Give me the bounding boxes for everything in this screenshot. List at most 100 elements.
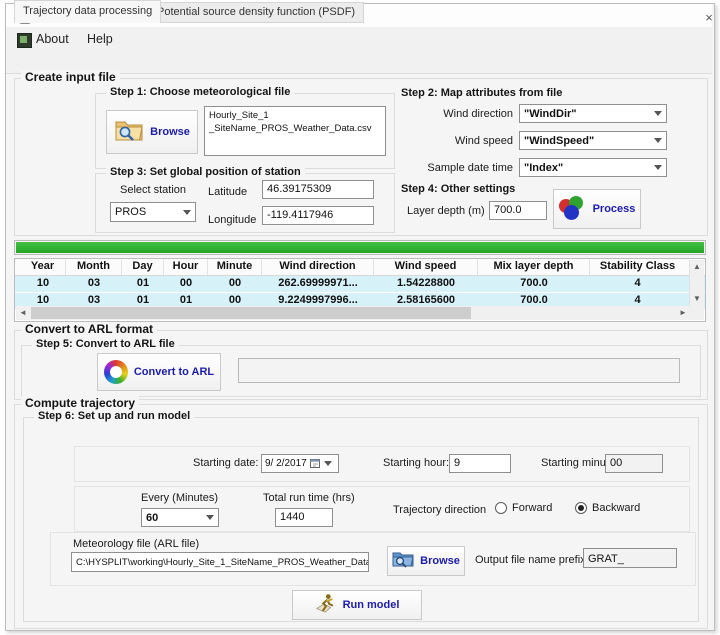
cell: 00 [208,276,262,292]
column-header-mix-layer-depth[interactable]: Mix layer depth [478,259,590,275]
cell: 00 [164,276,208,292]
starting-date-picker[interactable]: 9/ 2/2017 [261,454,339,473]
wind-direction-value: "WindDir" [524,108,577,120]
close-button[interactable]: × [700,10,718,26]
table-row[interactable]: 10 03 01 00 00 262.69999971... 1.5422880… [15,276,705,293]
layer-depth-input[interactable]: 700.0 [489,201,547,220]
browse-met-file-button[interactable]: Browse [106,110,198,154]
sample-date-time-label: Sample date time [401,162,513,174]
convert-to-arl-title: Convert to ARL format [21,322,157,336]
create-input-file-group: Create input file Step 1: Choose meteoro… [14,78,708,236]
browse-arl-file-button[interactable]: Browse [387,546,465,576]
scroll-right-icon[interactable]: ► [676,306,690,320]
column-header-minute[interactable]: Minute [208,259,262,275]
chevron-down-icon [654,165,662,170]
column-header-month[interactable]: Month [66,259,122,275]
radio-circle-icon [495,502,507,514]
wind-direction-select[interactable]: "WindDir" [519,104,667,123]
starting-date-value: 9/ 2/2017 [265,458,307,469]
total-run-time-input[interactable]: 1440 [275,508,333,527]
column-header-year[interactable]: Year [20,259,66,275]
step1-title: Step 1: Choose meteorological file [106,86,294,98]
chevron-down-icon [324,461,332,466]
wind-speed-select[interactable]: "WindSpeed" [519,131,667,150]
tab-psdf[interactable]: Potential source density function (PSDF) [148,2,364,23]
run-model-button[interactable]: Run model [292,590,422,620]
step3-groupbox: Step 3: Set global position of station S… [95,173,395,233]
scrollbar-corner [690,306,704,320]
folder-search-icon [392,550,414,573]
step2-title: Step 2: Map attributes from file [401,87,562,99]
scroll-left-icon[interactable]: ◄ [16,306,30,320]
column-header-stability-class[interactable]: Stability Class [590,259,685,275]
met-file-line2: _SiteName_PROS_Weather_Data.csv [209,122,382,135]
tab-trajectory-data-processing[interactable]: Trajectory data processing [14,0,161,23]
step6-title: Step 6: Set up and run model [34,410,194,422]
runner-icon [315,592,337,619]
cell: 03 [66,276,122,292]
met-file-path-input[interactable]: C:\HYSPLIT\working\Hourly_Site_1_SiteNam… [71,552,369,572]
met-file-name-box[interactable]: Hourly_Site_1 _SiteName_PROS_Weather_Dat… [204,106,386,156]
met-file-label: Meteorology file (ARL file) [73,538,199,550]
arl-progress-bar [238,358,680,383]
column-header-wind-speed[interactable]: Wind speed [374,259,478,275]
scroll-down-icon[interactable]: ▼ [690,292,704,306]
scroll-up-icon[interactable]: ▲ [690,260,704,274]
rgb-circles-icon [559,196,587,222]
starting-minute-input[interactable]: 00 [605,454,663,473]
convert-to-arl-button[interactable]: Convert to ARL [97,353,221,391]
step6-groupbox: Step 6: Set up and run model Starting da… [23,417,699,622]
process-button-label: Process [593,203,636,215]
column-header-hour[interactable]: Hour [164,259,208,275]
total-run-time-label: Total run time (hrs) [263,492,355,504]
met-file-line1: Hourly_Site_1 [209,109,382,122]
every-minutes-select[interactable]: 60 [141,508,219,527]
compute-trajectory-title: Compute trajectory [21,396,139,410]
calendar-icon [310,455,320,473]
wind-speed-label: Wind speed [401,135,513,147]
start-datetime-panel: Starting date: 9/ 2/2017 Starting hour: [74,446,690,482]
sample-date-time-value: "Index" [524,162,563,174]
trajectory-direction-label: Trajectory direction [393,504,486,516]
starting-date-label: Starting date: [193,457,258,469]
chevron-down-icon [183,210,191,215]
cell: 1.54228800 [374,276,478,292]
station-select[interactable]: PROS [110,202,196,222]
output-prefix-input[interactable]: GRAT_ [583,548,677,568]
layer-depth-label: Layer depth (m) [407,205,485,217]
menu-help[interactable]: Help [87,32,113,46]
chevron-down-icon [654,138,662,143]
cell: 4 [590,276,685,292]
column-header-wind-direction[interactable]: Wind direction [262,259,374,275]
vertical-scrollbar[interactable]: ▲ ▼ [689,260,704,306]
select-station-label: Select station [120,184,186,196]
step3-title: Step 3: Set global position of station [106,166,305,178]
sample-date-time-select[interactable]: "Index" [519,158,667,177]
chevron-down-icon [206,515,214,520]
wind-direction-label: Wind direction [401,108,513,120]
wind-speed-value: "WindSpeed" [524,135,594,147]
longitude-label: Longitude [208,214,256,226]
radio-backward[interactable]: Backward [575,502,640,514]
horizontal-scrollbar[interactable]: ◄ ► [16,306,690,320]
latitude-input[interactable]: 46.39175309 [262,180,374,199]
folder-search-icon [114,118,144,147]
weather-data-grid: Year Month Day Hour Minute Wind directio… [14,258,706,322]
scrollbar-thumb[interactable] [31,307,471,319]
run-settings-panel: Every (Minutes) 60 Total run time (hrs) … [74,486,690,532]
column-header-day[interactable]: Day [122,259,164,275]
convert-button-label: Convert to ARL [134,366,214,378]
process-button[interactable]: Process [553,189,641,229]
longitude-input[interactable]: -119.4117946 [262,206,374,225]
starting-hour-input[interactable]: 9 [449,454,511,473]
grid-header-row: Year Month Day Hour Minute Wind directio… [15,259,705,276]
menu-about[interactable]: About [36,32,69,46]
step5-groupbox: Step 5: Convert to ARL file Convert to A… [21,345,701,397]
latitude-label: Latitude [208,186,247,198]
backward-label: Backward [592,502,640,514]
cell: 10 [20,276,66,292]
output-prefix-label: Output file name prefix [475,554,586,566]
app-menu-icon[interactable] [17,33,32,48]
radio-forward[interactable]: Forward [495,502,552,514]
chevron-down-icon [654,111,662,116]
